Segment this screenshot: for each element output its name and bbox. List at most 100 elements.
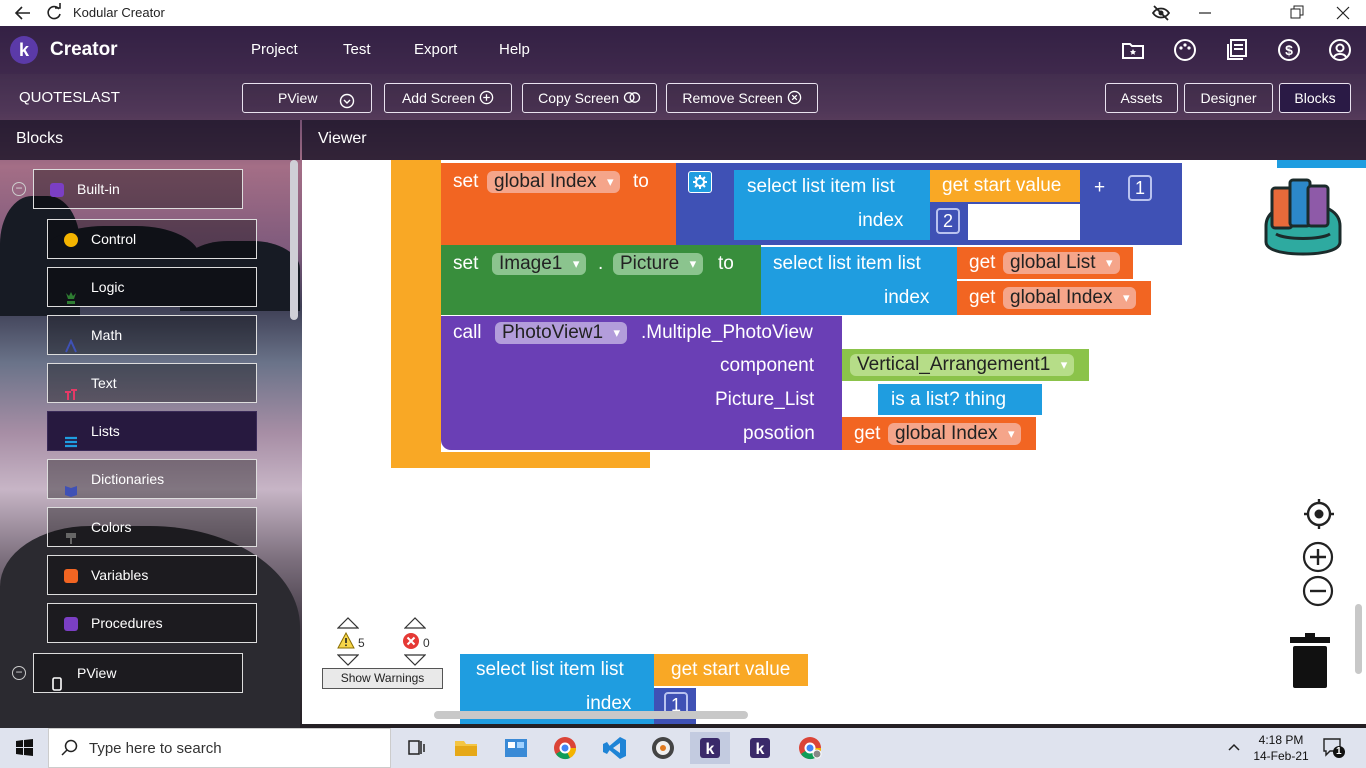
trash-icon[interactable]: [1289, 632, 1331, 695]
dot-separator: .: [598, 253, 604, 274]
menu-help[interactable]: Help: [499, 41, 530, 58]
number-one[interactable]: 1: [1128, 175, 1152, 201]
assets-button[interactable]: Assets: [1105, 83, 1178, 113]
variable-dropdown[interactable]: global Index: [1003, 287, 1137, 309]
account-icon[interactable]: [1328, 38, 1352, 62]
blocks-workspace[interactable]: set global Index to + 1 select list item…: [302, 160, 1366, 724]
get-start-value-block[interactable]: get start value: [930, 170, 1080, 202]
workspace-vertical-scrollbar[interactable]: [1355, 604, 1362, 674]
dictionaries-icon: [64, 473, 78, 497]
search-icon: [61, 739, 79, 761]
chrome-icon[interactable]: [545, 732, 585, 764]
vscode-icon[interactable]: [594, 732, 634, 764]
category-math[interactable]: Math: [47, 315, 257, 355]
kodular-logo[interactable]: k: [10, 36, 38, 64]
backpack-icon[interactable]: [1258, 174, 1348, 263]
remove-screen-button[interactable]: Remove Screen: [666, 83, 818, 113]
call-photoview-block[interactable]: call PhotoView1 .Multiple_PhotoView comp…: [441, 316, 842, 450]
screen-selector[interactable]: PView: [242, 83, 372, 113]
number-two[interactable]: 2: [936, 208, 960, 234]
warning-count: 5: [358, 636, 365, 650]
category-logic[interactable]: Logic: [47, 267, 257, 307]
category-builtin[interactable]: Built-in: [33, 169, 243, 209]
category-pview[interactable]: PView: [33, 653, 243, 693]
restore-icon[interactable]: [1290, 0, 1304, 26]
add-screen-button[interactable]: Add Screen: [384, 83, 512, 113]
get-start-value-label: get start value: [671, 659, 791, 680]
kodular-taskbar-icon-2[interactable]: k: [740, 732, 780, 764]
procedures-icon: [64, 617, 78, 631]
task-view-icon[interactable]: [396, 732, 436, 764]
add-circle-icon: [479, 86, 494, 114]
plus-operator: +: [1094, 177, 1106, 198]
chevron-down-circle-icon: [339, 90, 355, 118]
media-player-icon[interactable]: [643, 732, 683, 764]
component-dropdown[interactable]: PhotoView1: [495, 322, 628, 344]
index-label: index: [858, 210, 904, 231]
reload-icon[interactable]: [45, 0, 63, 26]
chrome-profile-icon[interactable]: [790, 732, 830, 764]
minimize-icon[interactable]: [1198, 0, 1212, 26]
category-variables[interactable]: Variables: [47, 555, 257, 595]
gear-mutator-icon[interactable]: [688, 171, 712, 193]
notifications-icon[interactable]: 1: [1322, 737, 1346, 764]
get-global-list-block[interactable]: get global List: [957, 247, 1133, 279]
category-colors[interactable]: Colors: [47, 507, 257, 547]
loose-get-start-value-block[interactable]: get start value: [654, 654, 808, 686]
recenter-icon[interactable]: [1302, 497, 1336, 536]
collapse-builtin-icon[interactable]: −: [12, 182, 26, 196]
number-two-block[interactable]: 2: [930, 204, 968, 240]
dollar-icon[interactable]: $: [1277, 38, 1301, 62]
show-warnings-button[interactable]: Show Warnings: [322, 668, 443, 689]
category-text[interactable]: Text: [47, 363, 257, 403]
control-block-wrapper[interactable]: [391, 160, 441, 468]
menu-project[interactable]: Project: [251, 41, 298, 58]
select-list-item-block[interactable]: select list item list index: [734, 170, 930, 240]
back-arrow-icon[interactable]: [14, 0, 32, 26]
control-panel-icon[interactable]: [496, 732, 536, 764]
file-explorer-icon[interactable]: [446, 732, 486, 764]
is-a-list-block[interactable]: is a list? thing: [878, 384, 1042, 415]
set-global-index-block[interactable]: set global Index to: [441, 163, 677, 245]
blocks-button[interactable]: Blocks: [1279, 83, 1351, 113]
close-icon[interactable]: [1336, 0, 1350, 26]
posotion-argument-label: posotion: [743, 423, 815, 444]
screen: Kodular Creator k Creator Project Test E…: [0, 0, 1366, 768]
category-dictionaries[interactable]: Dictionaries: [47, 459, 257, 499]
get-global-index-block[interactable]: get global Index: [957, 281, 1151, 315]
sidebar-scrollbar[interactable]: [290, 160, 298, 320]
select-list-item-block-2[interactable]: select list item list index: [761, 247, 957, 315]
vertical-arrangement-block[interactable]: Vertical_Arrangement1: [842, 349, 1089, 381]
get-global-index-block-2[interactable]: get global Index: [842, 417, 1036, 450]
projects-folder-icon[interactable]: [1121, 38, 1145, 62]
zoom-out-icon[interactable]: [1301, 574, 1335, 613]
chevron-up-icon[interactable]: [1227, 740, 1241, 759]
method-name: .Multiple_PhotoView: [641, 322, 813, 343]
component-dropdown[interactable]: Image1: [492, 253, 587, 275]
workspace-horizontal-scrollbar[interactable]: [434, 711, 748, 719]
collapse-pview-icon[interactable]: −: [12, 666, 26, 680]
designer-button[interactable]: Designer: [1184, 83, 1273, 113]
component-value-dropdown[interactable]: Vertical_Arrangement1: [850, 354, 1075, 376]
menu-test[interactable]: Test: [343, 41, 371, 58]
windows-start-icon[interactable]: [4, 732, 44, 764]
category-procedures[interactable]: Procedures: [47, 603, 257, 643]
copy-screen-button[interactable]: Copy Screen: [522, 83, 657, 113]
variable-dropdown[interactable]: global Index: [487, 171, 621, 193]
error-count: 0: [423, 636, 430, 650]
variable-dropdown[interactable]: global List: [1003, 252, 1120, 274]
category-control[interactable]: Control: [47, 219, 257, 259]
set-keyword: set: [453, 253, 479, 274]
property-dropdown[interactable]: Picture: [613, 253, 704, 275]
taskbar-clock[interactable]: 4:18 PM 14-Feb-21: [1253, 732, 1309, 764]
partial-block-top-right: [1277, 160, 1366, 168]
library-icon[interactable]: [1225, 38, 1249, 62]
set-image-picture-block[interactable]: set Image1 . Picture to: [441, 245, 761, 315]
kodular-taskbar-icon[interactable]: k: [690, 732, 730, 764]
eye-hidden-icon[interactable]: [1151, 0, 1171, 26]
variable-dropdown[interactable]: global Index: [888, 423, 1022, 445]
taskbar-search[interactable]: Type here to search: [48, 728, 391, 768]
menu-export[interactable]: Export: [414, 41, 457, 58]
palette-icon[interactable]: [1173, 38, 1197, 62]
category-lists[interactable]: Lists: [47, 411, 257, 451]
